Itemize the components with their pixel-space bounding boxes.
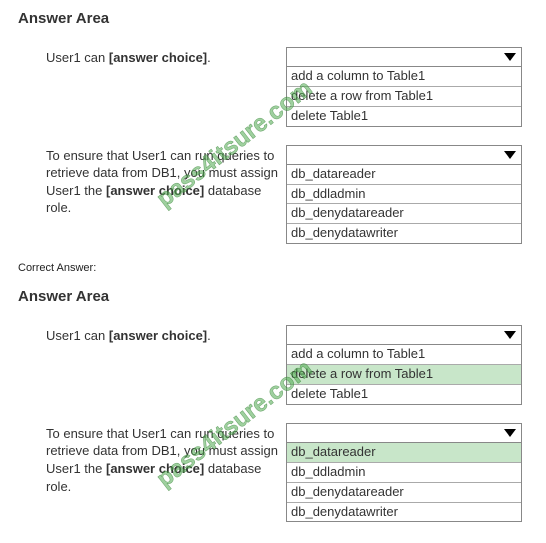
prompt-1-post: .	[207, 50, 211, 65]
answer-row-1: User1 can [answer choice]. add a column …	[18, 325, 528, 405]
dropdown-1-header[interactable]	[286, 47, 522, 67]
list-item[interactable]: delete a row from Table1	[287, 364, 521, 384]
prompt-1-bold: [answer choice]	[109, 50, 207, 65]
dropdown-1-list-answer: add a column to Table1 delete a row from…	[286, 345, 522, 405]
chevron-down-icon	[503, 52, 517, 62]
list-item[interactable]: add a column to Table1	[287, 67, 521, 86]
dropdown-2-header[interactable]	[286, 423, 522, 443]
list-item[interactable]: delete a row from Table1	[287, 86, 521, 106]
prompt-2-bold: [answer choice]	[106, 461, 204, 476]
dropdown-2[interactable]: db_datareader db_ddladmin db_denydatarea…	[286, 145, 522, 245]
answer-section: Answer Area User1 can [answer choice]. a…	[0, 278, 546, 522]
list-item[interactable]: db_denydatawriter	[287, 502, 521, 522]
dropdown-1[interactable]: add a column to Table1 delete a row from…	[286, 47, 522, 127]
correct-answer-label: Correct Answer:	[0, 262, 546, 274]
prompt-1-post: .	[207, 328, 211, 343]
list-item[interactable]: db_denydatareader	[287, 482, 521, 502]
prompt-1: User1 can [answer choice].	[18, 47, 286, 67]
prompt-1: User1 can [answer choice].	[18, 325, 286, 345]
prompt-2: To ensure that User1 can run queries to …	[18, 423, 286, 495]
question-row-1: User1 can [answer choice]. add a column …	[18, 47, 528, 127]
question-row-2: To ensure that User1 can run queries to …	[18, 145, 528, 245]
question-section: Answer Area User1 can [answer choice]. a…	[0, 0, 546, 244]
dropdown-2-list-answer: db_datareader db_ddladmin db_denydatarea…	[286, 443, 522, 523]
list-item[interactable]: delete Table1	[287, 384, 521, 404]
dropdown-2-answer[interactable]: db_datareader db_ddladmin db_denydatarea…	[286, 423, 522, 523]
page-title: Answer Area	[18, 288, 528, 305]
prompt-1-bold: [answer choice]	[109, 328, 207, 343]
dropdown-2-header[interactable]	[286, 145, 522, 165]
list-item[interactable]: add a column to Table1	[287, 345, 521, 364]
page-title: Answer Area	[18, 10, 528, 27]
prompt-2-bold: [answer choice]	[106, 183, 204, 198]
list-item[interactable]: db_ddladmin	[287, 462, 521, 482]
dropdown-1-header[interactable]	[286, 325, 522, 345]
list-item[interactable]: db_denydatawriter	[287, 223, 521, 243]
dropdown-1-answer[interactable]: add a column to Table1 delete a row from…	[286, 325, 522, 405]
chevron-down-icon	[503, 330, 517, 340]
answer-row-2: To ensure that User1 can run queries to …	[18, 423, 528, 523]
list-item[interactable]: db_datareader	[287, 443, 521, 462]
dropdown-2-list: db_datareader db_ddladmin db_denydatarea…	[286, 165, 522, 245]
chevron-down-icon	[503, 428, 517, 438]
list-item[interactable]: db_ddladmin	[287, 184, 521, 204]
list-item[interactable]: delete Table1	[287, 106, 521, 126]
list-item[interactable]: db_datareader	[287, 165, 521, 184]
prompt-1-pre: User1 can	[46, 50, 109, 65]
dropdown-1-list: add a column to Table1 delete a row from…	[286, 67, 522, 127]
prompt-1-pre: User1 can	[46, 328, 109, 343]
prompt-2: To ensure that User1 can run queries to …	[18, 145, 286, 217]
list-item[interactable]: db_denydatareader	[287, 203, 521, 223]
chevron-down-icon	[503, 150, 517, 160]
